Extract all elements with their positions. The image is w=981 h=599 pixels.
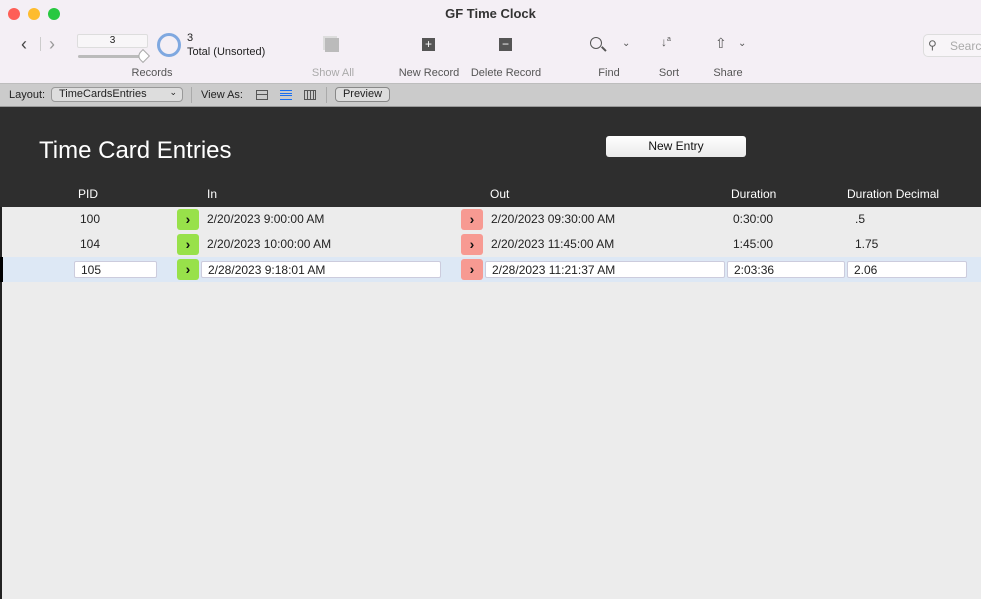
divider: [191, 87, 192, 103]
window-title: GF Time Clock: [445, 6, 536, 21]
clock-out-button[interactable]: ›: [461, 209, 483, 230]
chevron-right-icon: ›: [469, 236, 475, 252]
duration-decimal-field[interactable]: 1.75: [847, 236, 967, 253]
clock-in-button[interactable]: ›: [177, 259, 199, 280]
next-record-icon[interactable]: ›: [49, 34, 55, 55]
clock-in-button[interactable]: ›: [177, 234, 199, 255]
find-icon-handle: [601, 46, 607, 52]
total-label: Total (Unsorted): [187, 46, 266, 58]
page-title: Time Card Entries: [39, 137, 232, 164]
search-field[interactable]: ⚲ Search: [923, 34, 981, 57]
table-row[interactable]: 104 › 2/20/2023 10:00:00 AM › 2/20/2023 …: [2, 232, 981, 257]
show-all-icon[interactable]: [325, 38, 339, 52]
record-number-input[interactable]: 3: [77, 34, 148, 48]
current-record-marker: [0, 257, 3, 282]
chevron-right-icon: ›: [185, 261, 191, 277]
duration-field[interactable]: 1:45:00: [727, 236, 845, 253]
find-icon[interactable]: [590, 37, 602, 49]
table-view-icon[interactable]: [304, 90, 316, 100]
search-icon: ⚲: [928, 38, 937, 52]
layout-dropdown[interactable]: TimeCardsEntries ⌄: [51, 87, 183, 102]
preview-button[interactable]: Preview: [335, 87, 390, 102]
previous-record-icon[interactable]: ‹: [21, 34, 27, 55]
divider: [40, 37, 41, 51]
find-button[interactable]: Find: [598, 67, 619, 79]
clock-out-button[interactable]: ›: [461, 234, 483, 255]
out-field[interactable]: 2/20/2023 09:30:00 AM: [485, 211, 725, 228]
form-view-icon[interactable]: [256, 90, 268, 100]
column-header-in: In: [207, 187, 218, 201]
share-chevron-down-icon[interactable]: ⌄: [738, 38, 746, 49]
out-field[interactable]: 2/20/2023 11:45:00 AM: [485, 236, 725, 253]
chevron-right-icon: ›: [469, 211, 475, 227]
table-row[interactable]: 100 › 2/20/2023 9:00:00 AM › 2/20/2023 0…: [2, 207, 981, 232]
duration-decimal-field[interactable]: 2.06: [847, 261, 967, 278]
out-field[interactable]: 2/28/2023 11:21:37 AM: [485, 261, 725, 278]
divider: [326, 87, 327, 103]
new-entry-button[interactable]: New Entry: [606, 136, 746, 157]
duration-field[interactable]: 0:30:00: [727, 211, 845, 228]
share-button[interactable]: Share: [713, 67, 742, 79]
find-chevron-down-icon[interactable]: ⌄: [622, 38, 630, 49]
clock-in-button[interactable]: ›: [177, 209, 199, 230]
column-header-duration: Duration: [731, 187, 777, 201]
delete-record-button[interactable]: Delete Record: [471, 67, 541, 79]
layout-label: Layout:: [9, 89, 46, 101]
pid-field[interactable]: 104: [74, 236, 157, 253]
chevron-down-icon: ⌄: [169, 87, 177, 97]
chevron-right-icon: ›: [185, 236, 191, 252]
toolbar: GF Time Clock ‹ › 3 3 Total (Unsorted) R…: [0, 0, 981, 84]
list-view-icon[interactable]: [280, 90, 292, 100]
pid-field[interactable]: 105: [74, 261, 157, 278]
view-as-label: View As:: [201, 89, 243, 101]
show-all-button[interactable]: Show All: [312, 67, 354, 79]
column-header-out: Out: [490, 187, 510, 201]
table-row[interactable]: 105 › 2/28/2023 9:18:01 AM › 2/28/2023 1…: [2, 257, 981, 282]
found-count: 3: [187, 32, 194, 44]
duration-decimal-field[interactable]: .5: [847, 211, 967, 228]
sort-button[interactable]: Sort: [659, 67, 679, 79]
chevron-right-icon: ›: [185, 211, 191, 227]
layout-bar: Layout: TimeCardsEntries ⌄ View As: Previ…: [0, 84, 981, 107]
column-header-duration-decimal: Duration Decimal: [847, 187, 940, 201]
chevron-right-icon: ›: [469, 261, 475, 277]
record-slider[interactable]: [78, 55, 144, 58]
search-placeholder: Search: [950, 39, 981, 53]
delete-record-icon[interactable]: −: [499, 38, 512, 51]
in-field[interactable]: 2/28/2023 9:18:01 AM: [201, 261, 441, 278]
clock-out-button[interactable]: ›: [461, 259, 483, 280]
slider-handle[interactable]: [135, 48, 151, 64]
column-header-pid: PID: [78, 187, 99, 201]
new-record-icon[interactable]: +: [422, 38, 435, 51]
sort-icon[interactable]: ↓a: [661, 35, 671, 49]
new-record-button[interactable]: New Record: [399, 67, 460, 79]
layout-value: TimeCardsEntries: [59, 88, 147, 100]
share-icon[interactable]: ⇧: [715, 35, 727, 52]
in-field[interactable]: 2/20/2023 9:00:00 AM: [201, 211, 441, 228]
pid-field[interactable]: 100: [74, 211, 157, 228]
duration-field[interactable]: 2:03:36: [727, 261, 845, 278]
in-field[interactable]: 2/20/2023 10:00:00 AM: [201, 236, 441, 253]
records-label: Records: [131, 67, 173, 79]
header-band: Time Card Entries New Entry PID In Out D…: [0, 107, 981, 207]
record-progress-circle: [157, 33, 181, 57]
